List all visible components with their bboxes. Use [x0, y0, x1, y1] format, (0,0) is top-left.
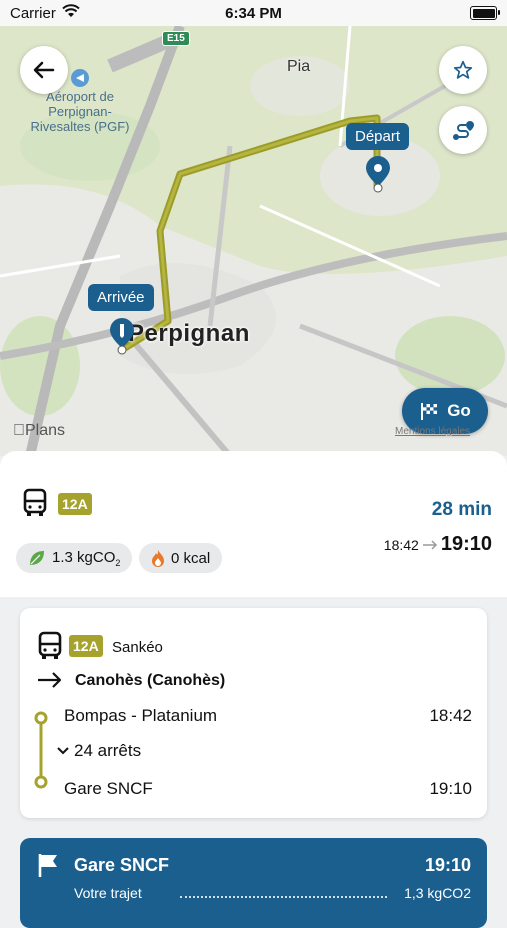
- destination-stop: Gare SNCF: [64, 779, 153, 798]
- road-shield: E15: [162, 31, 190, 46]
- trip-times: 18:42 19:10: [384, 533, 492, 556]
- transit-leg-card[interactable]: 12A Sankéo Canohès (Canohès) Bompas - Pl…: [20, 608, 487, 818]
- arrive-tag: Arrivée: [88, 284, 154, 311]
- trip-co2-total: 1,3 kgCO2: [404, 885, 471, 901]
- apple-logo-icon: : [13, 422, 25, 439]
- back-button[interactable]: [20, 46, 68, 94]
- stops-timeline: [34, 711, 48, 789]
- route-map[interactable]: Aéroport de Perpignan-Rivesaltes (PGF) P…: [0, 26, 507, 456]
- checkered-flag-icon: [421, 403, 438, 420]
- co2-pill: 1.3 kgCO2: [16, 543, 133, 573]
- depart-tag: Départ: [346, 123, 410, 150]
- trip-summary-label: Votre trajet: [74, 885, 142, 901]
- trip-duration: 28 min: [431, 499, 492, 520]
- bus-icon: [38, 631, 62, 659]
- legal-link[interactable]: Mentions légales: [395, 426, 470, 437]
- dotted-leader: [180, 896, 387, 898]
- route-icon: [453, 121, 474, 140]
- origin-stop: Bompas - Platanium: [64, 706, 218, 725]
- destination-name: Gare SNCF: [74, 855, 170, 875]
- arrow-right-icon: [422, 540, 437, 550]
- trip-summary[interactable]: 12A 28 min 1.3 kgCO2 0 kcal 18:42 19:10: [0, 451, 507, 597]
- arrive-pin-icon: [110, 318, 134, 355]
- destination-card[interactable]: Gare SNCF 19:10 Votre trajet 1,3 kgCO2: [20, 838, 487, 928]
- chevron-down-icon: [57, 747, 69, 755]
- airport-label: Aéroport de Perpignan-Rivesaltes (PGF): [30, 89, 130, 134]
- arrow-right-icon: [38, 672, 62, 688]
- route-options-button[interactable]: [439, 106, 487, 154]
- line-badge: 12A: [58, 493, 92, 515]
- back-arrow-icon: [33, 61, 55, 79]
- maps-attribution: Plans: [13, 422, 65, 439]
- battery-icon: [470, 6, 497, 20]
- direction-label: Canohès (Canohès): [75, 672, 226, 689]
- favorite-button[interactable]: [439, 46, 487, 94]
- leg-line-badge: 12A: [69, 635, 103, 657]
- intermediate-stops-toggle[interactable]: 24 arrêts: [56, 741, 141, 761]
- bus-icon: [23, 488, 47, 516]
- depart-pin-icon: [366, 156, 390, 193]
- favorite-star-icon: [453, 60, 473, 79]
- flag-icon: [38, 854, 57, 877]
- leaf-icon: [30, 551, 44, 565]
- operator-label: Sankéo: [112, 639, 163, 656]
- clock: 6:34 PM: [225, 5, 282, 22]
- destination-time: 19:10: [424, 855, 471, 875]
- status-bar: Carrier 6:34 PM: [0, 0, 507, 26]
- town-label-pia: Pia: [287, 58, 311, 75]
- arrival-time: 19:10: [440, 533, 492, 555]
- flame-icon: [152, 550, 164, 567]
- origin-time: 18:42: [429, 706, 472, 725]
- destination-time: 19:10: [429, 779, 472, 798]
- departure-time: 18:42: [383, 537, 419, 553]
- go-label: Go: [447, 401, 471, 420]
- city-label: Perpignan: [128, 320, 250, 347]
- kcal-pill: 0 kcal: [139, 543, 223, 573]
